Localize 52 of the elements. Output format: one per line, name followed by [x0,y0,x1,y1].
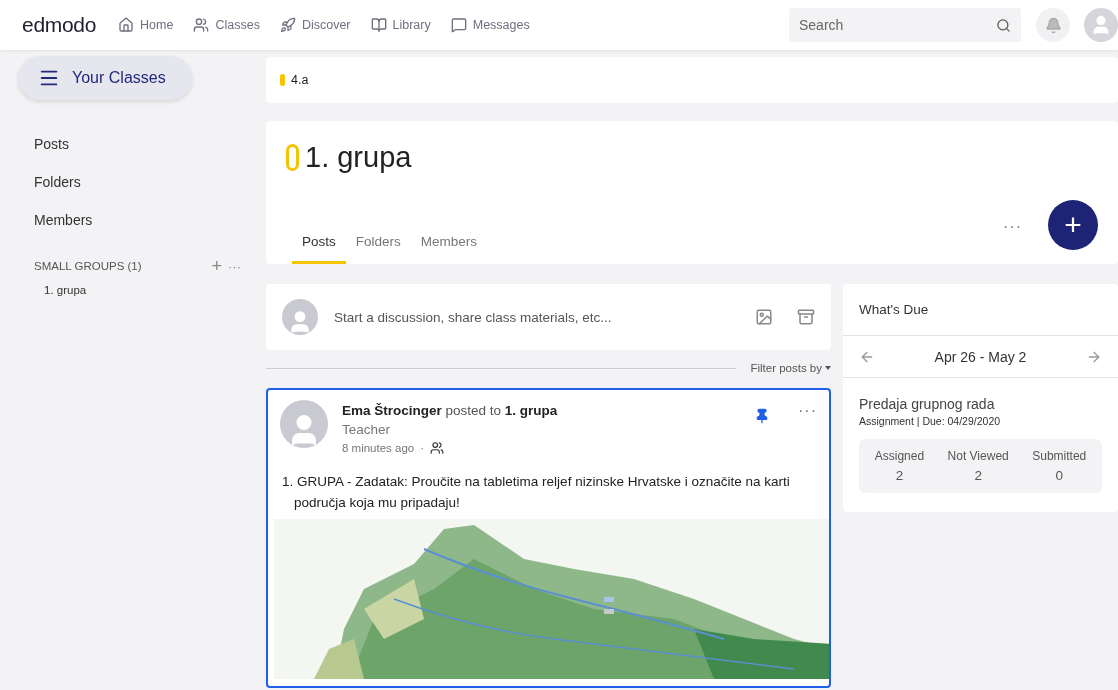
tab[interactable]: Posts [292,234,346,264]
book-icon [370,17,387,33]
sidebar-item[interactable]: Folders [18,172,257,210]
notifications-button[interactable] [1036,8,1070,42]
filter-dropdown[interactable]: Filter posts by [750,362,831,374]
sidebar-item[interactable]: Posts [18,134,257,172]
breadcrumb-link[interactable]: 4.a [291,73,309,87]
message-icon [450,17,467,33]
bell-icon [1044,16,1062,34]
separator-dot: · [420,442,425,454]
post-text: 1. GRUPA - Zadatak: Proučite na tabletima reljef nizinske Hrvatske i označite na karti područja koja mu pripadaju! [282,473,791,512]
home-icon [118,17,135,33]
nav-link[interactable]: Classes [193,17,260,33]
nav-link[interactable]: Messages [450,17,530,33]
your-classes-button[interactable]: Your Classes [18,56,192,100]
small-groups-heading: SMALL GROUPS (1) [34,260,142,272]
rocket-icon [279,17,296,33]
library-icon[interactable] [797,308,815,326]
nav-link[interactable]: Library [370,17,431,33]
nav-link[interactable]: Discover [279,17,351,33]
more-button[interactable]: ··· [1003,218,1022,236]
stat-value: 0 [1055,468,1063,483]
stat-value: 2 [974,468,982,483]
tab[interactable]: Members [410,234,488,264]
post-byline: Ema Štrocinger posted to 1. grupa [342,403,559,418]
author-role: Teacher [342,422,392,437]
whats-due-title: What's Due [843,284,1118,336]
more-button[interactable]: ··· [798,402,817,455]
stat-label: Submitted [1032,449,1087,463]
search-icon [996,17,1011,33]
stat-label: Assigned [874,449,925,463]
composer-field[interactable]: Start a discussion, share class materials, etc... [334,309,739,325]
edmodo-logo[interactable]: edmodo [22,13,97,37]
people-icon [193,17,210,33]
caret-icon [825,366,831,370]
assignment-title[interactable]: Predaja grupnog rada [859,396,1102,412]
sidebar-item[interactable]: Members [18,210,257,248]
post-time: 8 minutes ago [342,442,415,454]
tab[interactable]: Folders [345,234,411,264]
pin-icon[interactable] [754,408,770,424]
add-button[interactable]: + [1048,200,1098,250]
date-range: Apr 26 - May 2 [934,348,1027,365]
stat-label: Not Viewed [947,449,1009,463]
stat-value: 2 [895,468,904,483]
search-field[interactable]: Search [789,8,1021,42]
assignment-meta: Assignment | Due: 04/29/2020 [859,415,1002,427]
group-title: 1. grupa [305,141,412,174]
group-link[interactable]: 1. grupa [18,284,257,296]
group-icon [430,441,445,455]
nav-link[interactable]: Home [118,17,174,33]
image-icon[interactable] [755,308,773,326]
profile-avatar[interactable] [1084,8,1118,42]
